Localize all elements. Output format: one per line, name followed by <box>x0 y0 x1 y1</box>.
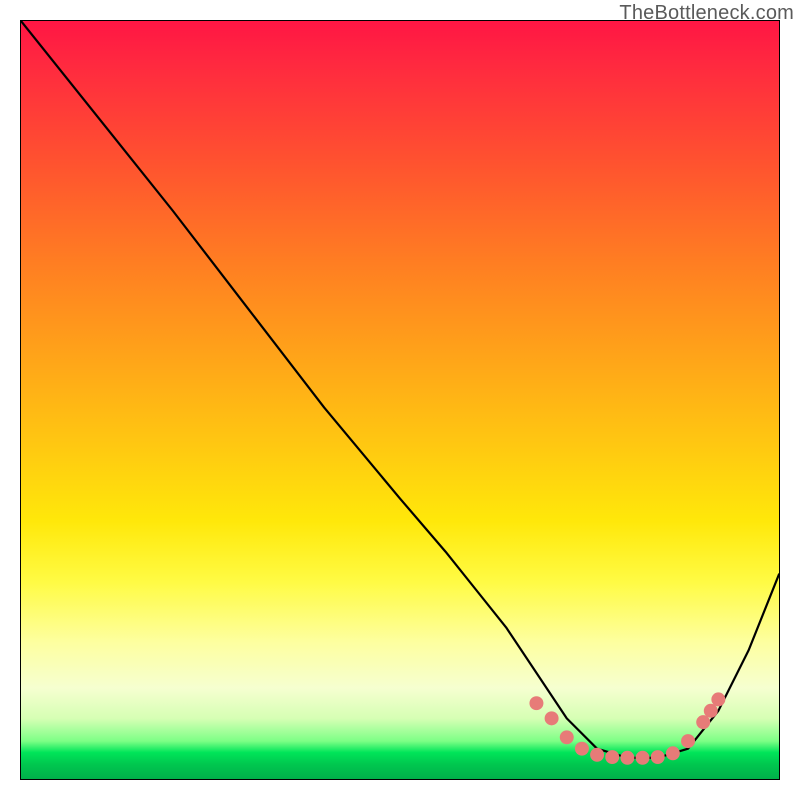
marker-dot <box>666 746 680 760</box>
bottleneck-curve <box>21 21 779 758</box>
marker-dot <box>681 734 695 748</box>
plot-area <box>20 20 780 780</box>
marker-dot <box>651 750 665 764</box>
marker-dot <box>711 692 725 706</box>
marker-dot <box>704 704 718 718</box>
marker-dot <box>605 750 619 764</box>
marker-dot <box>696 715 710 729</box>
marker-dot <box>636 751 650 765</box>
marker-dot <box>529 696 543 710</box>
marker-dot <box>575 742 589 756</box>
marker-dot <box>560 730 574 744</box>
marker-dot <box>545 711 559 725</box>
marker-dot-group <box>529 692 725 764</box>
marker-dot <box>620 751 634 765</box>
chart-stage: TheBottleneck.com <box>0 0 800 800</box>
marker-dot <box>590 748 604 762</box>
curve-overlay <box>21 21 779 779</box>
